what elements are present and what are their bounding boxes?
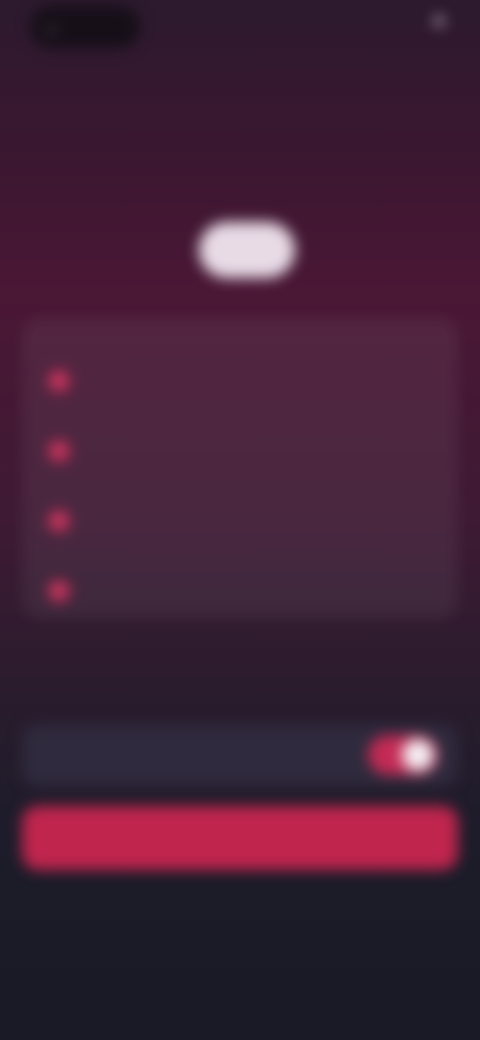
paywall-screen: ← ✓ ✓ ✓ ✓ bbox=[0, 0, 480, 1040]
trial-toggle-row bbox=[22, 724, 458, 786]
features-card: ✓ ✓ ✓ ✓ bbox=[22, 318, 458, 618]
trial-toggle[interactable] bbox=[368, 735, 438, 775]
check-icon: ✓ bbox=[48, 370, 70, 392]
feature-item: ✓ bbox=[48, 416, 432, 486]
check-icon: ✓ bbox=[48, 440, 70, 462]
back-arrow-icon: ← bbox=[44, 16, 62, 37]
feature-item: ✓ bbox=[48, 346, 432, 416]
restore-link[interactable] bbox=[434, 16, 450, 26]
continue-button[interactable] bbox=[22, 806, 458, 870]
price-badge[interactable] bbox=[199, 222, 295, 278]
back-button[interactable]: ← bbox=[30, 6, 140, 48]
check-icon: ✓ bbox=[48, 580, 70, 602]
toggle-knob bbox=[402, 739, 434, 771]
check-icon: ✓ bbox=[48, 510, 70, 532]
status-dot-icon bbox=[434, 16, 444, 26]
feature-item: ✓ bbox=[48, 556, 432, 626]
feature-item: ✓ bbox=[48, 486, 432, 556]
price-row bbox=[0, 222, 480, 278]
